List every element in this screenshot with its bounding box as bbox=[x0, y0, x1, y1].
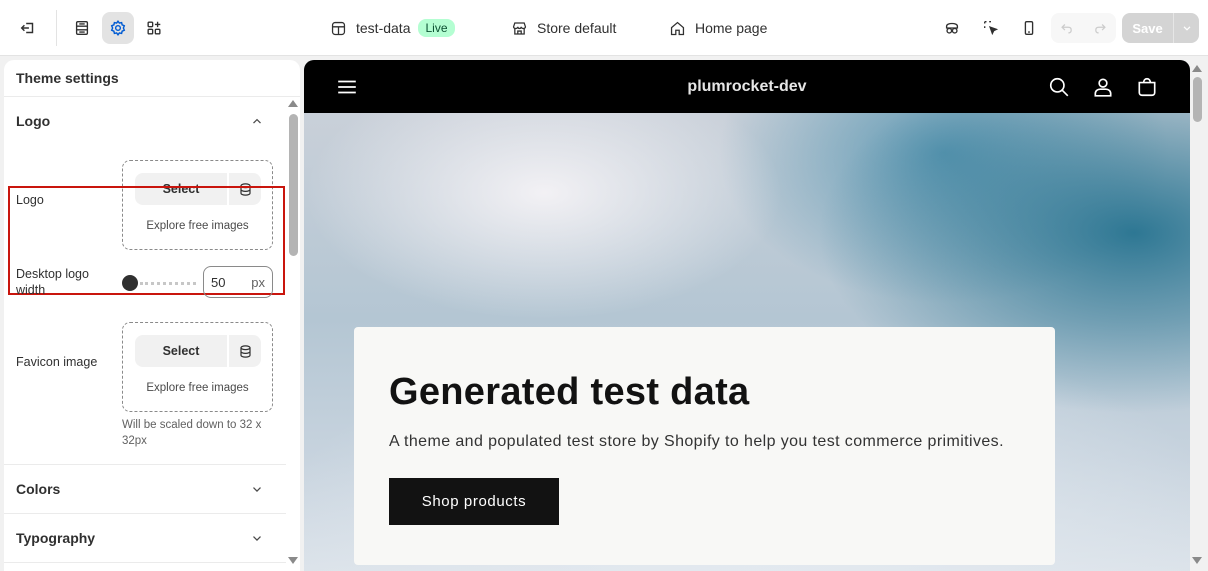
scroll-up-arrow[interactable] bbox=[288, 100, 298, 107]
store-preview: plumrocket-dev Generated test data A the… bbox=[304, 60, 1190, 571]
theme-selector[interactable]: test-data Live bbox=[330, 16, 455, 40]
chevron-down-icon bbox=[1183, 26, 1190, 31]
section-divider bbox=[4, 562, 286, 563]
desktop-logo-width-label: Desktop logo width bbox=[16, 267, 89, 297]
logo-width-slider-handle[interactable] bbox=[122, 275, 138, 291]
colors-section-heading: Colors bbox=[16, 481, 61, 497]
store-icon bbox=[512, 21, 527, 35]
preview-scroll-down-arrow[interactable] bbox=[1192, 557, 1202, 564]
undo-icon bbox=[1061, 24, 1073, 34]
hero-content-card: Generated test data A theme and populate… bbox=[354, 327, 1055, 565]
undo-redo-group bbox=[1051, 13, 1116, 43]
store-search-button[interactable] bbox=[1046, 74, 1071, 99]
apps-button[interactable] bbox=[138, 12, 170, 44]
typography-section-heading: Typography bbox=[16, 530, 96, 546]
sections-button[interactable] bbox=[66, 12, 98, 44]
settings-list: Logo Logo Select Explore free images Des… bbox=[4, 97, 286, 571]
logo-width-slider-track[interactable] bbox=[140, 282, 196, 285]
store-selector[interactable]: Store default bbox=[511, 16, 616, 40]
search-icon bbox=[1049, 77, 1068, 96]
toolbar-divider bbox=[56, 10, 57, 46]
logo-section-heading: Logo bbox=[16, 113, 51, 129]
typography-section-header[interactable]: Typography bbox=[4, 514, 286, 562]
favicon-image-picker: Select Explore free images bbox=[122, 322, 273, 412]
shop-products-button[interactable]: Shop products bbox=[389, 478, 559, 525]
chevron-down-icon bbox=[253, 487, 261, 492]
exit-button[interactable] bbox=[12, 12, 44, 44]
store-header: plumrocket-dev bbox=[304, 60, 1190, 113]
redo-icon bbox=[1094, 24, 1106, 34]
logo-width-input[interactable]: 50 px bbox=[203, 266, 273, 298]
home-icon bbox=[670, 21, 685, 35]
preview-scrollbar-thumb[interactable] bbox=[1193, 77, 1202, 122]
preview-scrollbar[interactable] bbox=[1190, 60, 1204, 571]
database-icon bbox=[239, 344, 251, 358]
preview-scroll-up-arrow[interactable] bbox=[1192, 65, 1202, 72]
hero-text: A theme and populated test store by Shop… bbox=[389, 433, 1004, 450]
page-selector[interactable]: Home page bbox=[669, 16, 767, 40]
page-label: Home page bbox=[695, 20, 768, 36]
save-options-button[interactable] bbox=[1173, 13, 1199, 43]
mobile-icon bbox=[1024, 21, 1034, 35]
logo-width-value: 50 bbox=[211, 274, 226, 290]
inspector-icon bbox=[945, 22, 959, 34]
theme-settings-panel: Theme settings Logo Logo Select Explore … bbox=[4, 60, 300, 571]
favicon-field-label: Favicon image bbox=[16, 355, 98, 369]
favicon-select-button[interactable]: Select bbox=[135, 335, 227, 367]
live-badge: Live bbox=[418, 19, 455, 37]
exit-icon bbox=[20, 22, 34, 34]
account-button[interactable] bbox=[1090, 74, 1115, 99]
undo-button[interactable] bbox=[1051, 13, 1084, 43]
inspector-button[interactable] bbox=[936, 12, 968, 44]
cart-button[interactable] bbox=[1134, 74, 1159, 99]
hero-title: Generated test data bbox=[389, 371, 750, 413]
scrollbar-thumb[interactable] bbox=[289, 114, 298, 256]
theme-name: test-data bbox=[356, 20, 411, 36]
logo-section-header[interactable]: Logo bbox=[4, 97, 286, 145]
gear-icon bbox=[110, 20, 126, 36]
chevron-up-icon bbox=[253, 118, 261, 124]
scroll-down-arrow[interactable] bbox=[288, 557, 298, 564]
settings-scrollbar[interactable] bbox=[286, 97, 300, 571]
store-label: Store default bbox=[537, 20, 617, 36]
favicon-library-button[interactable] bbox=[229, 335, 261, 367]
sections-icon bbox=[75, 21, 89, 35]
cart-icon bbox=[1137, 77, 1156, 96]
select-element-button[interactable] bbox=[975, 12, 1007, 44]
editor-topbar: test-data Live Store default Home page S… bbox=[0, 0, 1208, 56]
mobile-preview-button[interactable] bbox=[1013, 12, 1045, 44]
theme-icon bbox=[331, 21, 346, 35]
logo-width-unit: px bbox=[251, 274, 265, 290]
save-button[interactable]: Save bbox=[1122, 13, 1173, 43]
favicon-help-text: Will be scaled down to 32 x 32px bbox=[122, 419, 262, 447]
user-icon bbox=[1093, 77, 1112, 97]
cursor-select-icon bbox=[984, 21, 999, 36]
theme-settings-button[interactable] bbox=[102, 12, 134, 44]
panel-title: Theme settings bbox=[4, 60, 300, 97]
hero-banner: Generated test data A theme and populate… bbox=[304, 113, 1190, 571]
colors-section-header[interactable]: Colors bbox=[4, 465, 286, 513]
favicon-explore-link[interactable]: Explore free images bbox=[123, 382, 272, 394]
apps-icon bbox=[147, 21, 161, 35]
redo-button[interactable] bbox=[1084, 13, 1117, 43]
chevron-down-icon bbox=[253, 536, 261, 541]
save-group: Save bbox=[1122, 13, 1199, 43]
